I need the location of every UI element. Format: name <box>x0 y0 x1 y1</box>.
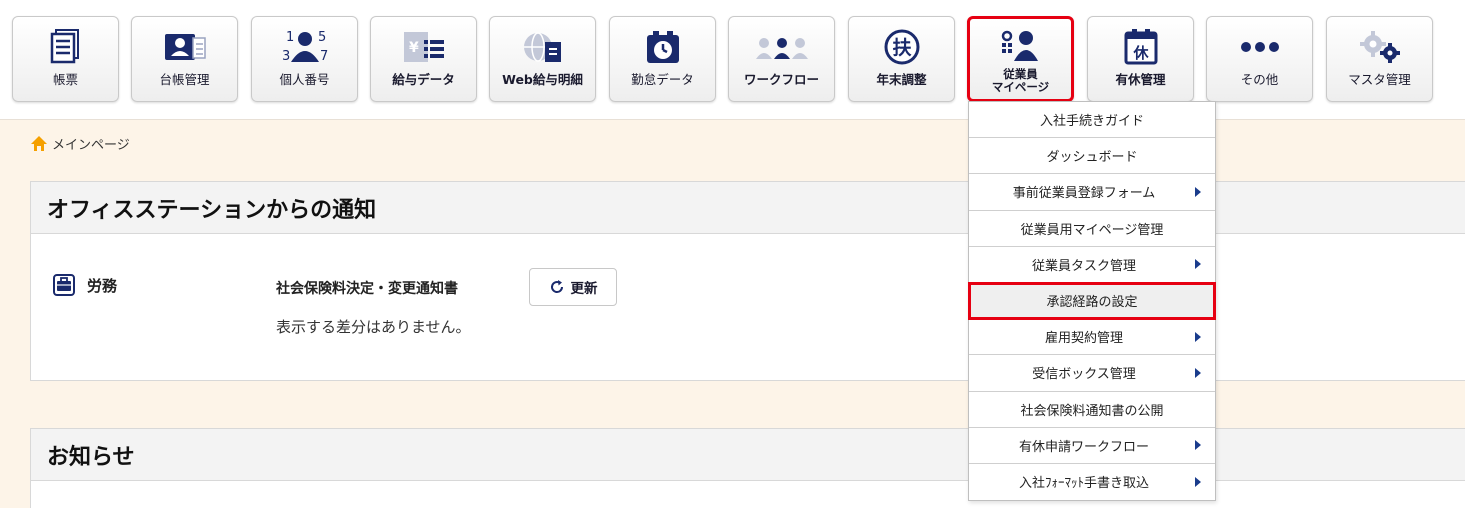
menu-item-label: 社会保険料通知書の公開 <box>1020 403 1164 419</box>
menu-item-label: 承認経路の設定 <box>1046 295 1138 311</box>
svg-text:¥: ¥ <box>409 40 419 56</box>
toolbar-button-label-line2: マイページ <box>991 80 1050 94</box>
notice-panel: オフィスステーションからの通知 労務 社会保険料決定・変更通知書 更新 表示する… <box>30 181 1465 381</box>
svg-text:1: 1 <box>286 30 294 45</box>
toolbar-button-label: 年末調整 <box>876 72 927 87</box>
toolbar-button-label: マスタ管理 <box>1348 72 1411 87</box>
toolbar-button-label: ワークフロー <box>743 72 819 87</box>
toolbar-button-label: 給与データ <box>392 72 455 87</box>
briefcase-icon <box>53 274 75 296</box>
svg-text:5: 5 <box>318 30 326 45</box>
toolbar-button-year-end[interactable]: 扶 年末調整 <box>848 16 955 102</box>
menu-item-label: 雇用契約管理 <box>1044 331 1123 347</box>
toolbar-button-label: 帳票 <box>52 72 78 87</box>
document-icon <box>48 27 84 67</box>
menu-item-label: 従業員用マイページ管理 <box>1020 222 1164 238</box>
menu-item-label: 受信ボックス管理 <box>1032 367 1136 383</box>
employee-mypage-dropdown: 入社手続きガイド ダッシュボード 事前従業員登録フォーム 従業員用マイページ管理… <box>968 101 1216 502</box>
submenu-arrow-icon <box>1195 476 1201 487</box>
toolbar-button-label: 個人番号 <box>279 72 330 87</box>
web-payslip-icon <box>521 27 565 67</box>
menu-item-label: 入社手続きガイド <box>1039 114 1144 130</box>
home-icon[interactable] <box>30 135 48 153</box>
refresh-button[interactable]: 更新 <box>529 268 617 306</box>
menu-item-label: ダッシュボード <box>1046 150 1138 166</box>
svg-text:扶: 扶 <box>892 36 912 59</box>
toolbar-button-label: その他 <box>1240 72 1279 87</box>
toolbar-button-workflow[interactable]: ワークフロー <box>728 16 835 102</box>
toolbar-button-others[interactable]: その他 <box>1206 16 1313 102</box>
menu-item-leave-request-workflow[interactable]: 有休申請ワークフロー <box>969 428 1215 464</box>
menu-item-approval-route-settings[interactable]: 承認経路の設定 <box>968 281 1216 321</box>
calendar-leave-icon-char: 休 <box>1132 44 1149 62</box>
menu-item-handwritten-format-import[interactable]: 入社ﾌｫｰﾏｯﾄ手書き取込 <box>969 464 1215 500</box>
notice-title: 社会保険料決定・変更通知書 <box>276 281 458 297</box>
menu-item-label: 有休申請ワークフロー <box>1018 439 1149 455</box>
submenu-arrow-icon <box>1195 259 1201 270</box>
more-dots-icon <box>1238 27 1282 67</box>
main-toolbar: 帳票 台帳管理 1537 個人番号 ¥ 給与データ Web給与明細 勤怠データ <box>0 0 1465 120</box>
menu-item-label: 従業員タスク管理 <box>1031 258 1136 274</box>
menu-item-insurance-notice-publish[interactable]: 社会保険料通知書の公開 <box>969 392 1215 428</box>
info-panel-title: お知らせ <box>31 429 1465 481</box>
menu-item-pre-registration-form[interactable]: 事前従業員登録フォーム <box>969 174 1215 211</box>
toolbar-button-employee-mypage[interactable]: 従業員 マイページ <box>967 16 1074 102</box>
toolbar-button-label: 有休管理 <box>1115 72 1166 87</box>
toolbar-button-paid-leave[interactable]: 休 有休管理 <box>1087 16 1194 102</box>
notice-body: 表示する差分はありません。 <box>276 318 471 336</box>
menu-item-employment-contract[interactable]: 雇用契約管理 <box>969 319 1215 356</box>
salary-data-icon: ¥ <box>402 27 446 67</box>
menu-item-mypage-management[interactable]: 従業員用マイページ管理 <box>969 211 1215 247</box>
menu-item-onboarding-guide[interactable]: 入社手続きガイド <box>969 102 1215 139</box>
calendar-leave-icon: 休 <box>1122 27 1160 67</box>
fu-circle-icon: 扶 <box>883 27 921 67</box>
info-panel: お知らせ <box>30 428 1465 508</box>
id-card-icon <box>163 27 207 67</box>
svg-text:3: 3 <box>282 49 290 64</box>
breadcrumb-main-page[interactable]: メインページ <box>52 134 130 153</box>
submenu-arrow-icon <box>1195 186 1201 197</box>
toolbar-button-label: 台帳管理 <box>159 72 210 87</box>
toolbar-button-label: Web給与明細 <box>502 72 583 87</box>
toolbar-button-label: 勤怠データ <box>631 72 694 87</box>
workflow-people-icon <box>754 27 810 67</box>
toolbar-button-web-payslip[interactable]: Web給与明細 <box>489 16 596 102</box>
submenu-arrow-icon <box>1195 331 1201 342</box>
toolbar-button-forms[interactable]: 帳票 <box>12 16 119 102</box>
toolbar-button-master[interactable]: マスタ管理 <box>1326 16 1433 102</box>
toolbar-button-ledger[interactable]: 台帳管理 <box>131 16 238 102</box>
notice-category: 労務 <box>53 274 117 296</box>
submenu-arrow-icon <box>1195 440 1201 451</box>
attendance-clock-icon <box>643 27 683 67</box>
gears-icon <box>1358 27 1402 67</box>
menu-item-label: 事前従業員登録フォーム <box>1012 186 1156 202</box>
menu-item-dashboard[interactable]: ダッシュボード <box>969 138 1215 175</box>
menu-item-task-management[interactable]: 従業員タスク管理 <box>969 247 1215 283</box>
notice-row: 労務 社会保険料決定・変更通知書 更新 表示する差分はありません。 <box>51 268 951 348</box>
toolbar-button-salary-data[interactable]: ¥ 給与データ <box>370 16 477 102</box>
submenu-arrow-icon <box>1195 367 1201 378</box>
breadcrumb: メインページ <box>30 134 130 153</box>
toolbar-button-my-number[interactable]: 1537 個人番号 <box>251 16 358 102</box>
refresh-icon <box>550 280 563 293</box>
number-person-icon: 1537 <box>280 27 330 67</box>
svg-text:7: 7 <box>320 49 328 64</box>
category-label: 労務 <box>87 276 118 295</box>
notice-panel-title: オフィスステーションからの通知 <box>31 182 1465 234</box>
menu-item-inbox-management[interactable]: 受信ボックス管理 <box>969 355 1215 392</box>
toolbar-button-attendance[interactable]: 勤怠データ <box>609 16 716 102</box>
refresh-button-label: 更新 <box>570 281 598 297</box>
employee-mypage-icon <box>998 26 1044 66</box>
menu-item-label: 入社ﾌｫｰﾏｯﾄ手書き取込 <box>1018 476 1149 492</box>
